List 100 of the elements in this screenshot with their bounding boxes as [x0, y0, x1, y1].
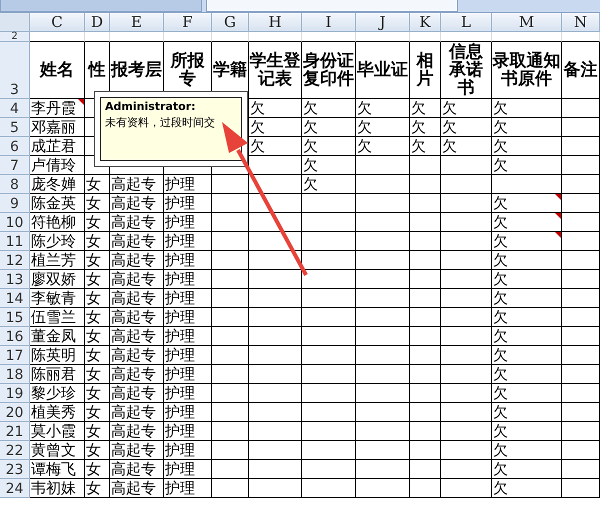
table-cell: 高起专	[110, 384, 164, 403]
table-cell	[441, 270, 492, 289]
table-cell	[562, 460, 600, 479]
row-header[interactable]: 4	[0, 99, 30, 118]
sheet-tab[interactable]	[206, 0, 458, 12]
column-header[interactable]: I	[302, 13, 356, 32]
table-cell: 欠	[492, 308, 562, 327]
table-cell	[249, 479, 302, 498]
table-cell: 欠	[492, 99, 562, 118]
table-cell	[302, 289, 356, 308]
column-header[interactable]: J	[356, 13, 410, 32]
row-header[interactable]: 22	[0, 441, 30, 460]
row-header[interactable]: 13	[0, 270, 30, 289]
row-header[interactable]: 16	[0, 327, 30, 346]
table-cell: 护理	[164, 422, 212, 441]
table-cell: 高起专	[110, 422, 164, 441]
table-cell	[164, 32, 212, 42]
row-header[interactable]: 12	[0, 251, 30, 270]
table-cell	[249, 251, 302, 270]
column-header[interactable]: M	[492, 13, 562, 32]
table-cell: 欠	[492, 479, 562, 498]
table-cell	[410, 346, 441, 365]
table-cell	[562, 441, 600, 460]
row-header[interactable]: 14	[0, 289, 30, 308]
table-cell	[562, 308, 600, 327]
table-cell: 伍雪兰	[30, 308, 85, 327]
table-cell	[249, 365, 302, 384]
table-cell: 欠	[492, 327, 562, 346]
row-header[interactable]: 21	[0, 422, 30, 441]
table-cell	[410, 175, 441, 194]
table-cell	[410, 308, 441, 327]
column-header[interactable]: H	[249, 13, 302, 32]
row-header[interactable]: 23	[0, 460, 30, 479]
table-cell	[441, 251, 492, 270]
row-header[interactable]: 10	[0, 213, 30, 232]
table-cell	[562, 175, 600, 194]
sheet-tab[interactable]	[0, 0, 202, 12]
table-cell	[249, 289, 302, 308]
row-header[interactable]: 3	[0, 42, 30, 99]
table-cell: 护理	[164, 403, 212, 422]
column-header[interactable]: L	[441, 13, 492, 32]
column-header[interactable]: G	[212, 13, 249, 32]
row-header[interactable]: 15	[0, 308, 30, 327]
row-header[interactable]: 19	[0, 384, 30, 403]
table-cell	[562, 365, 600, 384]
column-header[interactable]: F	[164, 13, 212, 32]
column-header[interactable]: C	[30, 13, 85, 32]
table-cell: 女	[85, 365, 110, 384]
table-cell	[410, 156, 441, 175]
column-header[interactable]: N	[562, 13, 600, 32]
table-cell	[410, 213, 441, 232]
table-cell: 欠	[249, 137, 302, 156]
table-cell	[441, 289, 492, 308]
table-cell	[562, 232, 600, 251]
table-cell	[410, 232, 441, 251]
table-cell: 女	[85, 479, 110, 498]
row-header[interactable]: 11	[0, 232, 30, 251]
table-cell: 护理	[164, 194, 212, 213]
table-cell: 护理	[164, 365, 212, 384]
table-cell: 护理	[164, 384, 212, 403]
row-header[interactable]: 8	[0, 175, 30, 194]
row-header[interactable]: 17	[0, 346, 30, 365]
table-cell	[302, 441, 356, 460]
row-header[interactable]: 24	[0, 479, 30, 498]
table-cell	[212, 232, 249, 251]
row-header[interactable]: 5	[0, 118, 30, 137]
table-cell: 女	[85, 194, 110, 213]
row-header[interactable]: 7	[0, 156, 30, 175]
table-cell	[356, 270, 410, 289]
table-cell: 高起专	[110, 460, 164, 479]
row-header[interactable]: 20	[0, 403, 30, 422]
table-cell: 陈英明	[30, 346, 85, 365]
table-cell: 高起专	[110, 441, 164, 460]
table-cell	[562, 270, 600, 289]
select-all-corner[interactable]	[0, 13, 30, 32]
table-cell	[441, 308, 492, 327]
table-cell: 女	[85, 441, 110, 460]
table-cell: 黄曾文	[30, 441, 85, 460]
column-header[interactable]: E	[110, 13, 164, 32]
table-cell: 欠	[302, 99, 356, 118]
header-cell: 姓名	[30, 42, 85, 99]
table-cell	[356, 365, 410, 384]
table-cell	[85, 32, 110, 42]
row-header[interactable]: 18	[0, 365, 30, 384]
table-cell: 欠	[492, 270, 562, 289]
table-cell	[110, 32, 164, 42]
table-cell	[410, 403, 441, 422]
table-cell	[562, 403, 600, 422]
table-cell	[562, 289, 600, 308]
table-cell: 欠	[492, 422, 562, 441]
table-cell: 欠	[441, 137, 492, 156]
table-cell	[492, 175, 562, 194]
row-header[interactable]: 9	[0, 194, 30, 213]
row-header[interactable]: 6	[0, 137, 30, 156]
table-cell	[212, 422, 249, 441]
table-cell: 欠	[356, 137, 410, 156]
column-header[interactable]: K	[410, 13, 441, 32]
column-header[interactable]: D	[85, 13, 110, 32]
table-cell: 黎少珍	[30, 384, 85, 403]
row-header[interactable]: 2	[0, 32, 30, 42]
